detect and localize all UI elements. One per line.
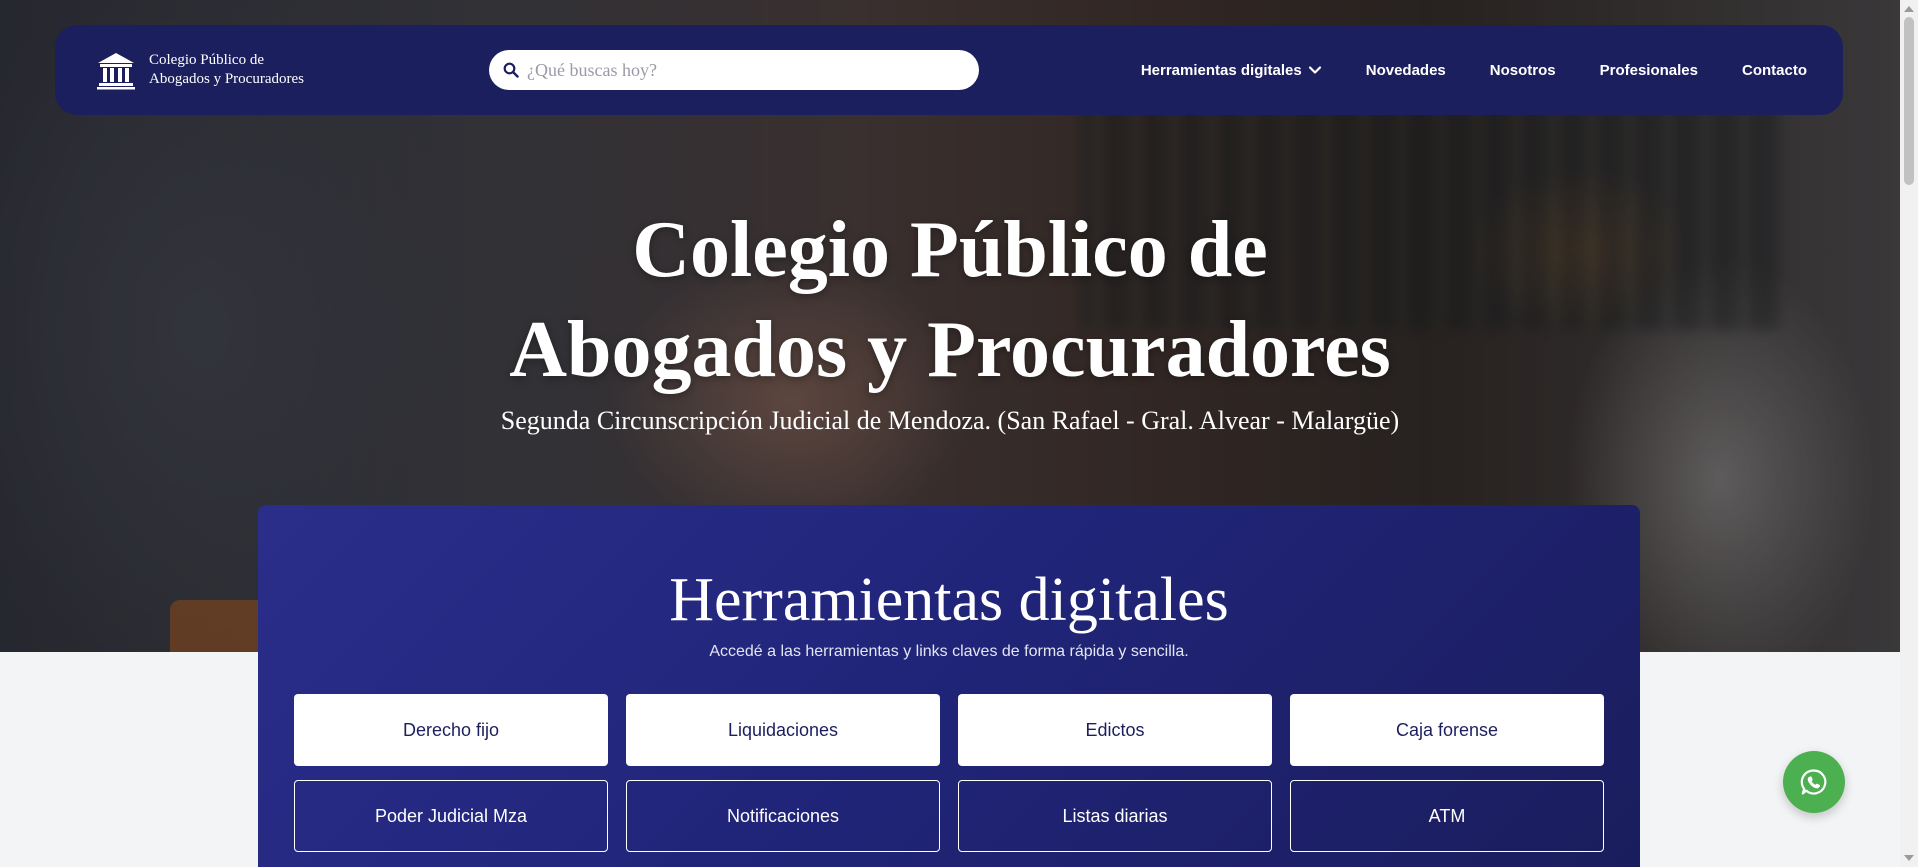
tool-derecho-fijo-button[interactable]: Derecho fijo [294,694,608,766]
hero-title-line-1: Colegio Público de [632,206,1268,294]
nav-contacto-label: Contacto [1742,61,1807,79]
brand-line-1: Colegio Público de [149,52,264,68]
tool-atm-button[interactable]: ATM [1290,780,1604,852]
nav-contacto[interactable]: Contacto [1742,62,1807,79]
brand-name: Colegio Público de Abogados y Procurador… [149,51,304,89]
navbar: Colegio Público de Abogados y Procurador… [55,25,1843,115]
brand-line-2: Abogados y Procuradores [149,71,304,87]
page: Colegio Público de Abogados y Procurador… [0,0,1900,867]
nav-profesionales[interactable]: Profesionales [1600,62,1698,79]
nav-herramientas-digitales-label: Herramientas digitales [1140,61,1302,79]
whatsapp-icon [1800,769,1827,795]
page-scrollbar[interactable] [1900,0,1918,867]
tool-listas-diarias-button[interactable]: Listas diarias [958,780,1272,852]
scroll-thumb[interactable] [1904,17,1914,185]
nav-novedades-label: Novedades [1365,61,1446,79]
hero-title: Colegio Público de Abogados y Procurador… [0,200,1900,400]
nav-nosotros-label: Nosotros [1489,61,1556,79]
search-box[interactable] [489,50,979,90]
chevron-down-icon [1308,66,1321,74]
search-input[interactable] [525,58,965,82]
hero-subtitle: Segunda Circunscripción Judicial de Mend… [500,406,1400,435]
tools-subtitle: Accedé a las herramientas y links claves… [709,643,1189,660]
nav-menu: Herramientas digitales Novedades Nosotro… [1097,25,1807,115]
scroll-down-arrow[interactable] [1904,855,1914,861]
digital-tools-panel: Herramientas digitales Accedé a las herr… [258,505,1640,867]
tools-title: Herramientas digitales [669,566,1229,634]
nav-novedades[interactable]: Novedades [1366,62,1446,79]
tool-edictos-button[interactable]: Edictos [958,694,1272,766]
courthouse-icon [97,53,135,90]
search-icon [503,62,519,78]
tools-grid: Derecho fijo Liquidaciones Edictos Caja … [294,694,1604,852]
tool-poder-judicial-button[interactable]: Poder Judicial Mza [294,780,608,852]
tool-notificaciones-button[interactable]: Notificaciones [626,780,940,852]
hero-title-line-2: Abogados y Procuradores [509,306,1391,394]
nav-profesionales-label: Profesionales [1599,61,1698,79]
tool-liquidaciones-button[interactable]: Liquidaciones [626,694,940,766]
nav-nosotros[interactable]: Nosotros [1490,62,1556,79]
tool-caja-forense-button[interactable]: Caja forense [1290,694,1604,766]
nav-herramientas-digitales[interactable]: Herramientas digitales [1141,62,1322,79]
brand[interactable]: Colegio Público de Abogados y Procurador… [95,50,304,90]
whatsapp-button[interactable] [1783,751,1845,813]
scroll-up-arrow[interactable] [1904,6,1914,12]
